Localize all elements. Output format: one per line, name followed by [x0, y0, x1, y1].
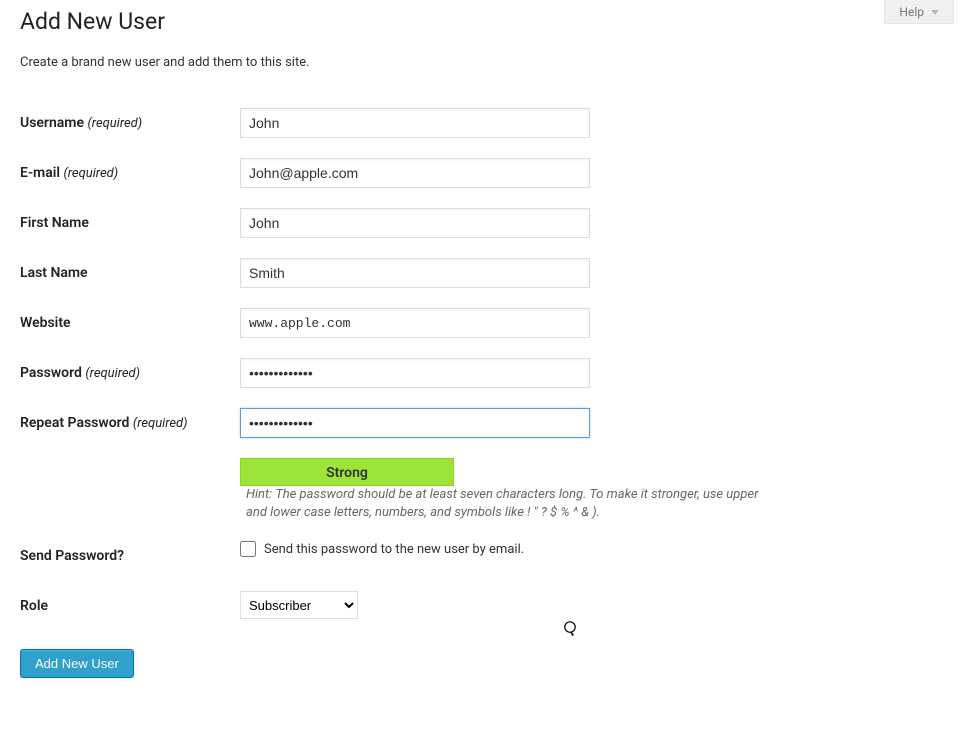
send-password-label: Send Password?	[20, 531, 240, 581]
password-hint: Hint: The password should be at least se…	[246, 486, 766, 521]
username-label: Username (required)	[20, 98, 240, 148]
add-new-user-button[interactable]: Add New User	[20, 649, 134, 678]
last-name-label: Last Name	[20, 248, 240, 298]
first-name-input[interactable]	[240, 208, 590, 238]
password-input[interactable]	[240, 358, 590, 388]
last-name-input[interactable]	[240, 258, 590, 288]
website-label: Website	[20, 298, 240, 348]
password-strength-badge: Strong	[240, 458, 454, 486]
website-input[interactable]	[240, 308, 590, 338]
role-label: Role	[20, 581, 240, 631]
password-label: Password (required)	[20, 348, 240, 398]
page-intro: Create a brand new user and add them to …	[20, 55, 952, 70]
email-input[interactable]	[240, 158, 590, 188]
role-select[interactable]: Subscriber	[240, 591, 358, 619]
repeat-password-label: Repeat Password (required)	[20, 398, 240, 448]
repeat-password-input[interactable]	[240, 408, 590, 438]
send-password-checkbox-label[interactable]: Send this password to the new user by em…	[264, 542, 524, 557]
help-label: Help	[899, 5, 924, 19]
email-label: E-mail (required)	[20, 148, 240, 198]
username-input[interactable]	[240, 108, 590, 138]
chevron-down-icon	[931, 10, 939, 15]
first-name-label: First Name	[20, 198, 240, 248]
page-title: Add New User	[20, 8, 952, 35]
help-tab[interactable]: Help	[884, 0, 954, 24]
send-password-checkbox[interactable]	[240, 541, 256, 557]
